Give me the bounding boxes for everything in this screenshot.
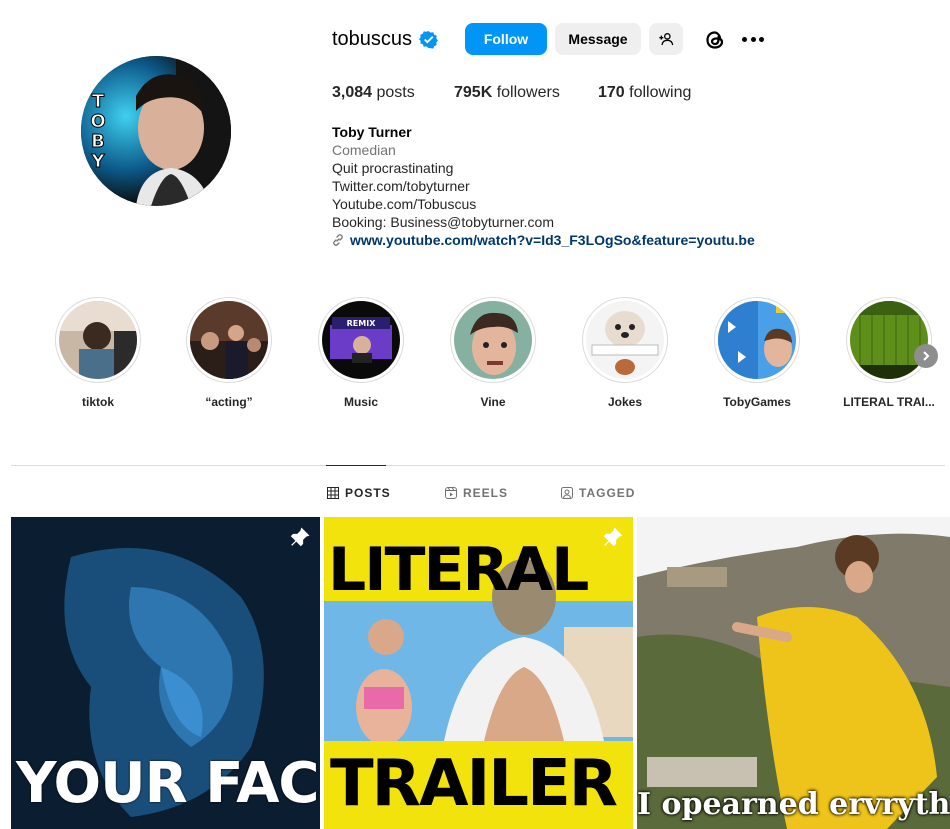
bio-line: Booking: Business@tobyturner.com (332, 214, 554, 230)
highlight-music[interactable]: REMIX Music (306, 297, 416, 409)
highlight-tobygames[interactable]: TobyGames (702, 297, 812, 409)
highlight-jokes[interactable]: Jokes (570, 297, 680, 409)
highlight-label: LITERAL TRAI... (843, 395, 935, 409)
reels-icon (445, 487, 457, 499)
profile-header: tobuscus (332, 22, 439, 56)
more-options-icon[interactable] (740, 27, 766, 51)
username: tobuscus (332, 27, 413, 50)
post-overlay-text: YOUR FACE (16, 751, 320, 816)
message-button[interactable]: Message (555, 23, 641, 55)
followers-stat[interactable]: 795K followers (454, 84, 560, 102)
follow-button[interactable]: Follow (465, 23, 547, 55)
post-overlay-text: LITERAL (328, 535, 589, 605)
highlight-label: Music (343, 395, 378, 409)
tagged-icon (561, 487, 573, 499)
profile-category: Comedian (332, 142, 396, 158)
active-tab-indicator (326, 465, 386, 466)
highlight-label: Jokes (607, 395, 643, 409)
highlights-next-button[interactable] (914, 344, 938, 368)
highlight-tiktok[interactable]: tiktok (43, 297, 153, 409)
bio-line: Youtube.com/Tobuscus (332, 196, 477, 212)
highlight-label: “acting” (205, 395, 253, 409)
tab-reels[interactable]: REELS (445, 486, 508, 500)
tabs-divider (11, 465, 945, 466)
music-thumb-text: REMIX (346, 319, 376, 328)
post-overlay-text: TRAILER (330, 747, 618, 821)
post-tile[interactable]: I opearned ervrytha (637, 517, 950, 829)
highlight-label: TobyGames (723, 395, 791, 409)
pin-icon (603, 527, 623, 547)
bio-external-link[interactable]: www.youtube.com/watch?v=Id3_F3LOgSo&feat… (332, 231, 755, 249)
grid-icon (327, 487, 339, 499)
verified-badge-icon (419, 30, 439, 49)
highlight-acting[interactable]: “acting” (174, 297, 284, 409)
highlight-label: Vine (480, 395, 506, 409)
avatar-toby-text: TOBY (90, 91, 106, 172)
profile-avatar[interactable]: TOBY (81, 56, 231, 206)
chevron-right-icon (923, 351, 930, 361)
tab-posts[interactable]: POSTS (327, 486, 391, 500)
profile-bio: Toby Turner Comedian Quit procrastinatin… (332, 123, 755, 249)
bio-line: Quit procrastinating (332, 160, 454, 176)
highlight-vine[interactable]: Vine (438, 297, 548, 409)
profile-name: Toby Turner (332, 124, 412, 140)
tab-tagged[interactable]: TAGGED (561, 486, 635, 500)
post-overlay-text: I opearned ervrytha (637, 787, 950, 822)
highlight-label: tiktok (81, 395, 114, 409)
add-user-button[interactable] (649, 23, 683, 55)
post-tile[interactable]: LITERAL TRAILER (324, 517, 633, 829)
link-icon (333, 234, 343, 246)
pin-icon (290, 527, 310, 547)
following-stat[interactable]: 170 following (598, 84, 691, 102)
threads-icon[interactable] (703, 28, 727, 52)
post-tile[interactable]: YOUR FACE (11, 517, 320, 829)
posts-stat: 3,084 posts (332, 84, 415, 101)
add-user-icon (659, 33, 674, 46)
bio-line: Twitter.com/tobyturner (332, 178, 470, 194)
